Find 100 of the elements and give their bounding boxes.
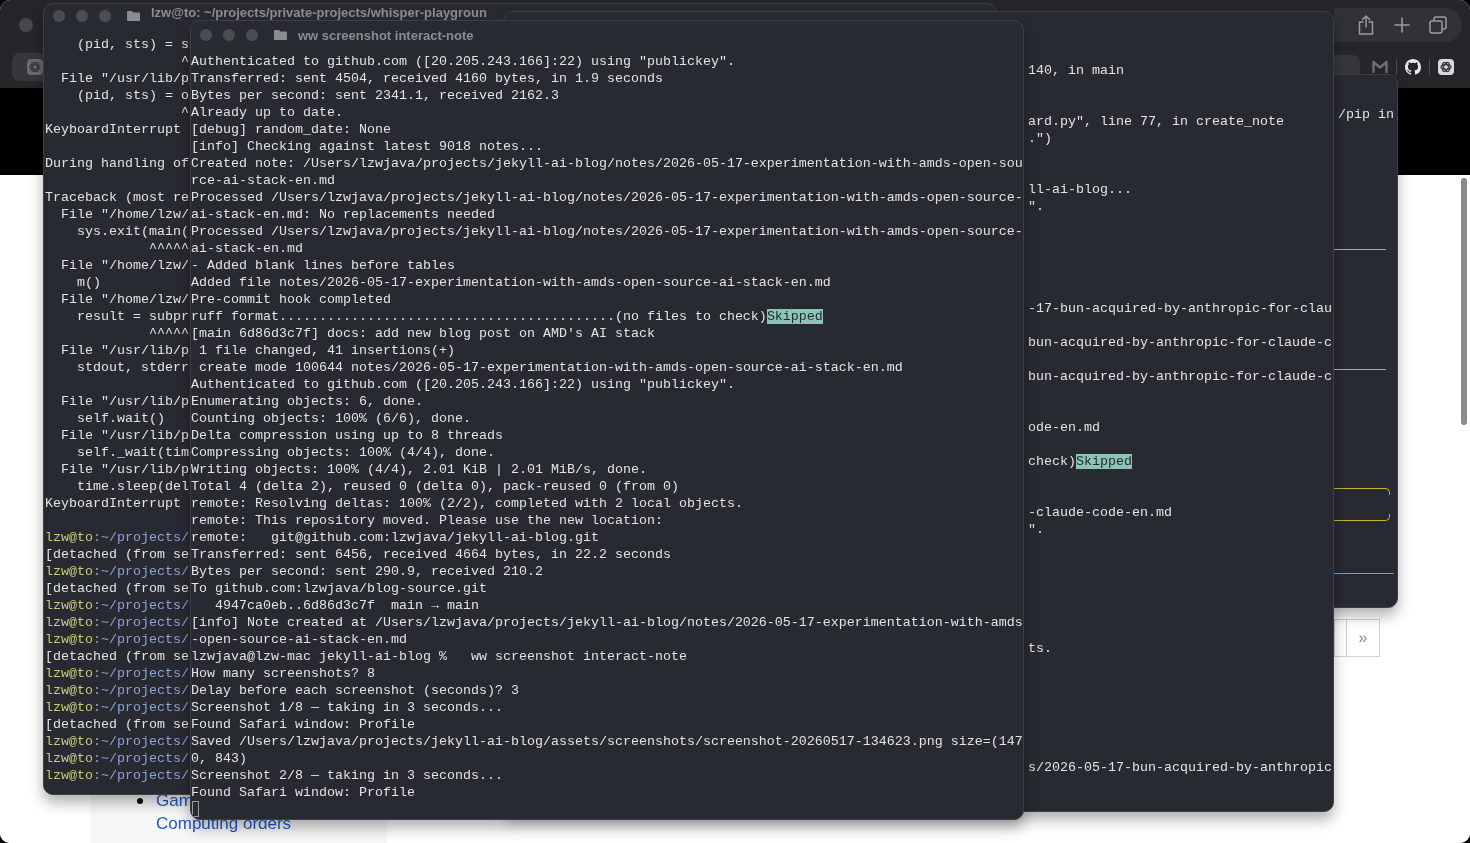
- terminal-line: self._wait(tim: [77, 445, 189, 460]
- terminal-line: [detached (from se: [45, 717, 189, 732]
- terminal-line: remote: git@github.com:lzwjava/jekyll-ai-blog.git: [191, 530, 599, 545]
- prompt-line: lzw@to:~/projects/: [45, 564, 189, 579]
- terminal-line: lzwjava@lzw-mac jekyll-ai-blog % ww screenshot interact-note: [191, 649, 687, 664]
- terminal-line: Authenticated to github.com ([20.205.243.166]:22) using "publickey".: [191, 54, 735, 69]
- terminal-line: File "/usr/lib/p: [61, 462, 189, 477]
- share-icon[interactable]: [1358, 15, 1374, 35]
- terminal-line: ."): [1028, 130, 1052, 146]
- terminal-line: 0, 843): [191, 751, 247, 766]
- terminal-line: sys.exit(main(: [77, 224, 189, 239]
- terminal-line: ruff format..........................................(no files to check): [191, 309, 767, 324]
- terminal-line: - Added blank lines before tables: [191, 258, 455, 273]
- window-control-icon[interactable]: [76, 10, 88, 22]
- terminal-line: File "/usr/lib/p: [61, 71, 189, 86]
- browser-tab[interactable]: [1334, 55, 1360, 74]
- terminal-line: ts.: [1028, 640, 1052, 656]
- prompt-line: lzw@to:~/projects/: [45, 615, 189, 630]
- terminal-line: result = subpr: [77, 309, 189, 324]
- terminal-line: remote: Resolving deltas: 100% (2/2), completed with 2 local objects.: [191, 496, 743, 511]
- terminal-line: -open-source-ai-stack-en.md: [191, 632, 407, 647]
- terminal-line: File "/usr/lib/p: [61, 428, 189, 443]
- terminal-line: check): [1028, 453, 1076, 469]
- terminal-line: Transferred: sent 4504, received 4160 bytes, in 1.9 seconds: [191, 71, 663, 86]
- terminal-line: self.wait(): [77, 411, 165, 426]
- terminal-line: ".: [1028, 198, 1044, 214]
- terminal-line: Processed /Users/lzwjava/projects/jekyll-ai-blog/notes/2026-05-17-experimentation-with-amds-open-source-: [191, 224, 1023, 239]
- terminal-line: ^: [181, 54, 189, 69]
- terminal-line: Delay before each screenshot (seconds)? 3: [191, 683, 519, 698]
- prompt-line: lzw@to:~/projects/: [45, 683, 189, 698]
- window-control-icon[interactable]: [99, 10, 111, 22]
- terminal-line: 140, in main: [1028, 62, 1124, 78]
- status-highlight: Skipped: [766, 309, 823, 324]
- window-control-icon[interactable]: [19, 18, 33, 32]
- terminal-line: Bytes per second: sent 2341.1, received 2162.3: [191, 88, 559, 103]
- terminal-line: File "/home/lzw/: [61, 207, 189, 222]
- window-control-icon[interactable]: [246, 29, 258, 41]
- terminal-line: ^^^^^: [149, 241, 189, 256]
- sidebar-link[interactable]: Computing orders: [156, 813, 292, 834]
- terminal-line: ^^^^^: [149, 326, 189, 341]
- pagination-button[interactable]: [1334, 619, 1346, 657]
- prompt-line: lzw@to:~/projects/: [45, 700, 189, 715]
- terminal-line: stdout, stderr: [77, 360, 189, 375]
- terminal-line: File "/home/lzw/: [61, 292, 189, 307]
- terminal-line: Pre-commit hook completed: [191, 292, 391, 307]
- prompt-line: lzw@to:~/projects/: [45, 530, 189, 545]
- terminal-line: Delta compression using up to 8 threads: [191, 428, 503, 443]
- terminal-line: KeyboardInterrupt: [45, 496, 181, 511]
- status-highlight: Skipped: [1076, 453, 1132, 469]
- cat-logo-icon[interactable]: [1405, 59, 1421, 75]
- terminal-line: File "/usr/lib/p: [61, 394, 189, 409]
- next-page-button[interactable]: »: [1346, 619, 1380, 657]
- window-control-icon[interactable]: [223, 29, 235, 41]
- plus-icon[interactable]: [1394, 17, 1410, 33]
- tabs-icon[interactable]: [1429, 16, 1447, 34]
- terminal-line: 4947ca0eb..6d86d3c7f main → main: [215, 598, 479, 613]
- knot-logo-icon[interactable]: [1438, 59, 1454, 75]
- window-control-icon[interactable]: [53, 10, 65, 22]
- terminal-line: 1 file changed, 41 insertions(+): [199, 343, 455, 358]
- terminal-line: bun-acquired-by-anthropic-for-claude-c: [1028, 334, 1332, 350]
- terminal-line: m(): [77, 275, 101, 290]
- terminal-line: How many screenshots? 8: [191, 666, 375, 681]
- prompt-line: lzw@to:~/projects/: [45, 734, 189, 749]
- terminal-line: remote: This repository moved. Please use the new location:: [191, 513, 663, 528]
- terminal-line: [info] Checking against latest 9018 notes...: [191, 139, 543, 154]
- prompt-line: lzw@to:~/projects/: [45, 598, 189, 613]
- terminal-line: time.sleep(del: [77, 479, 189, 494]
- prompt-line: lzw@to:~/projects/: [45, 666, 189, 681]
- prompt-line: lzw@to:~/projects/: [45, 768, 189, 783]
- terminal-line: To github.com:lzwjava/blog-source.git: [191, 581, 487, 596]
- terminal-line: KeyboardInterrupt: [45, 122, 181, 137]
- terminal-line: [detached (from se: [45, 581, 189, 596]
- terminal-line: rce-ai-stack-en.md: [191, 173, 335, 188]
- terminal-line: [detached (from se: [45, 547, 189, 562]
- terminal-line: Writing objects: 100% (4/4), 2.01 KiB | 2.01 MiB/s, done.: [191, 462, 647, 477]
- terminal-line: Already up to date.: [191, 105, 343, 120]
- terminal-line: Bytes per second: sent 290.9, received 210.2: [191, 564, 543, 579]
- terminal-line: -17-bun-acquired-by-anthropic-for-clau: [1028, 300, 1332, 316]
- terminal-line: Enumerating objects: 6, done.: [191, 394, 423, 409]
- terminal-line: ll-ai-blog...: [1028, 181, 1132, 197]
- terminal-line: Transferred: sent 6456, received 4664 bytes, in 22.2 seconds: [191, 547, 671, 562]
- terminal-line: [main 6d86d3c7f] docs: add new blog post on AMD's AI stack: [191, 326, 655, 341]
- terminal-line: Traceback (most re: [45, 190, 189, 205]
- scrollbar-thumb[interactable]: [1461, 178, 1467, 425]
- terminal-line: Screenshot 1/8 — taking in 3 seconds...: [191, 700, 503, 715]
- terminal-line: During handling of: [45, 156, 189, 171]
- browser-tab[interactable]: [12, 53, 43, 81]
- terminal-line: (pid, sts) = o: [77, 88, 189, 103]
- terminal-line: bun-acquired-by-anthropic-for-claude-c: [1028, 368, 1332, 384]
- prompt-line: lzw@to:~/projects/: [45, 751, 189, 766]
- terminal-line: /pip in: [1338, 106, 1394, 122]
- m-logo-icon[interactable]: [1372, 60, 1388, 74]
- terminal-line: create mode 100644 notes/2026-05-17-experimentation-with-amds-open-source-ai-stack-en.md: [199, 360, 903, 375]
- window-control-icon[interactable]: [200, 29, 212, 41]
- terminal-line: ai-stack-en.md: [191, 241, 303, 256]
- terminal-line: Saved /Users/lzwjava/projects/jekyll-ai-blog/assets/screenshots/screenshot-20260517-134623.png size=(147: [191, 734, 1023, 749]
- window-title: ww screenshot interact-note: [298, 27, 474, 43]
- terminal-line: Created note: /Users/lzwjava/projects/jekyll-ai-blog/notes/2026-05-17-experimentation-with-amds-open-sou: [191, 156, 1023, 171]
- prompt-line: lzw@to:~/projects/: [45, 632, 189, 647]
- terminal-line: [debug] random_date: None: [191, 122, 391, 137]
